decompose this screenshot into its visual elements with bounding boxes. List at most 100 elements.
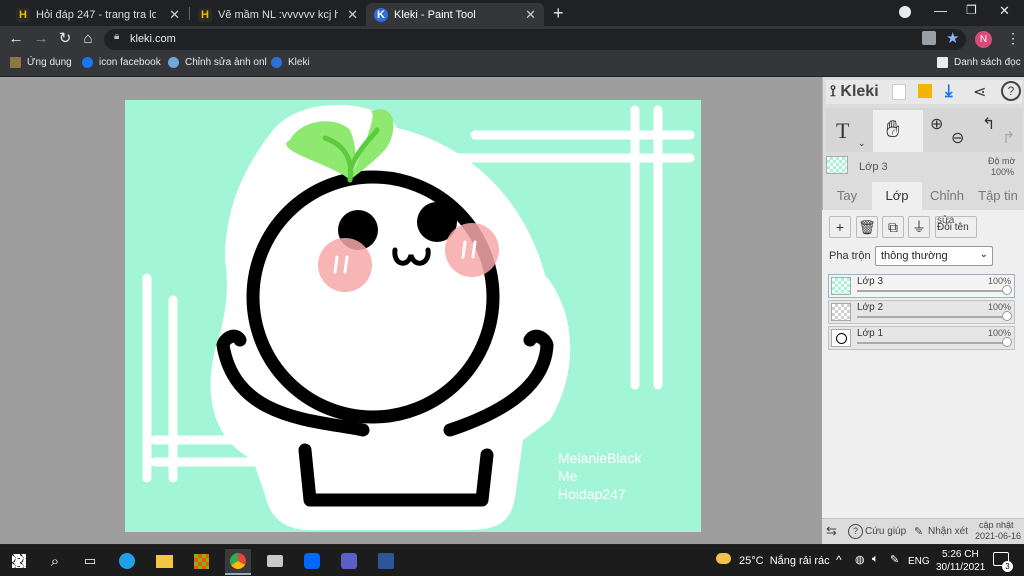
word-icon[interactable] <box>373 549 399 573</box>
help-circle-icon[interactable]: ? <box>1001 81 1021 101</box>
add-layer-button[interactable]: + <box>829 216 851 238</box>
slider-knob[interactable] <box>1002 285 1012 295</box>
weather-icon[interactable] <box>716 553 731 564</box>
minimize-icon[interactable]: — <box>934 3 947 18</box>
swap-icon[interactable]: ⇆ <box>826 523 837 539</box>
tab-file[interactable]: Tập tin <box>973 182 1023 210</box>
tab-kleki[interactable]: K Kleki - Paint Tool ✕ <box>366 3 544 26</box>
tab-adjust[interactable]: Chỉnh <box>922 182 972 210</box>
slider-knob[interactable] <box>1002 311 1012 321</box>
download-icon[interactable]: ⤓ <box>945 81 953 101</box>
layer-name: Lớp 1 <box>857 328 884 339</box>
windows-start-icon[interactable] <box>6 549 32 573</box>
profile-avatar[interactable]: N <box>975 31 992 48</box>
chevron-down-icon: ⌄ <box>979 249 988 260</box>
chevron-down-icon[interactable]: ⌄ <box>858 138 866 149</box>
blend-mode-select[interactable]: thông thường ⌄ <box>875 246 993 266</box>
edge-icon[interactable] <box>114 549 140 573</box>
layer-name: Lớp 2 <box>857 302 884 313</box>
facebook-icon <box>82 57 93 68</box>
translate-icon[interactable] <box>922 31 936 45</box>
layer-opacity-slider[interactable] <box>857 290 1006 292</box>
hoidap-favicon-icon: H <box>198 7 212 22</box>
network-icon[interactable]: ◍ <box>855 553 865 566</box>
slider-knob[interactable] <box>1002 337 1012 347</box>
tab-ve-mam[interactable]: H Vẽ mầm NL :vvvvvv kcj hết câu h ✕ <box>190 3 366 26</box>
file-explorer-icon[interactable] <box>151 549 177 573</box>
layer-item[interactable]: Lớp 3 100% <box>828 274 1015 298</box>
tray-chevron-icon[interactable]: ^ <box>836 553 842 567</box>
delete-layer-button[interactable]: 🗑︎ <box>856 216 878 238</box>
close-tab-icon[interactable]: ✕ <box>169 7 180 23</box>
language-indicator[interactable]: ENG <box>908 556 930 567</box>
help-icon[interactable]: ? <box>848 524 863 539</box>
signature-line: MelanieBlack <box>558 450 642 466</box>
reading-list[interactable]: Danh sách đọc <box>937 57 1021 68</box>
clock-date[interactable]: 30/11/2021 <box>936 562 985 573</box>
menu-icon[interactable]: ⋮ <box>1006 30 1020 47</box>
close-tab-icon[interactable]: ✕ <box>347 7 358 23</box>
tab-search-icon[interactable] <box>899 6 911 18</box>
layer-item[interactable]: Lớp 1 100% <box>828 326 1015 350</box>
feedback-link[interactable]: Nhận xét <box>928 526 968 537</box>
undo-icon[interactable]: ↰ <box>982 114 995 134</box>
chrome-icon[interactable] <box>225 549 251 573</box>
bookmark-star-icon[interactable]: ★ <box>946 29 959 47</box>
back-icon[interactable]: ← <box>6 29 26 49</box>
pen-icon[interactable]: ✎ <box>890 553 899 566</box>
tab-hoidap[interactable]: H Hỏi đáp 247 - trang tra loi ✕ <box>8 3 188 26</box>
reload-icon[interactable]: ↻ <box>55 29 75 49</box>
duplicate-layer-button[interactable]: ⧉ <box>882 216 904 238</box>
tab-layers[interactable]: Lớp <box>872 182 922 210</box>
zoom-out-icon[interactable]: ⊖ <box>951 128 964 148</box>
address-bar[interactable] <box>104 29 966 50</box>
bookmark-chinh-sua[interactable]: Chỉnh sửa ảnh onl <box>168 57 267 68</box>
weather-text[interactable]: 25°C Nắng rải rác <box>739 555 830 567</box>
tab-title: Kleki - Paint Tool <box>394 8 476 21</box>
bookmark-kleki[interactable]: Kleki <box>271 57 310 68</box>
url-text[interactable]: kleki.com <box>130 33 176 45</box>
layer-item[interactable]: Lớp 2 100% <box>828 300 1015 324</box>
home-icon[interactable]: ⌂ <box>78 29 98 49</box>
camera-icon[interactable] <box>262 549 288 573</box>
tab-title: Vẽ mầm NL :vvvvvv kcj hết câu h <box>218 8 338 21</box>
reading-list-icon <box>937 57 948 68</box>
task-view-icon[interactable]: ▭ <box>77 549 103 573</box>
update-date[interactable]: 2021-06-16 <box>975 531 1021 541</box>
text-tool-icon[interactable]: T <box>836 118 849 144</box>
lock-icon[interactable]: 🔒︎ <box>114 31 119 42</box>
layer-opacity-slider[interactable] <box>857 342 1006 344</box>
close-window-icon[interactable]: ✕ <box>999 3 1010 19</box>
feedback-icon[interactable]: ✎ <box>914 525 923 538</box>
help-link[interactable]: Cứu giúp <box>865 526 906 537</box>
bookmark-apps[interactable]: Ứng dụng <box>10 57 72 68</box>
open-folder-icon[interactable] <box>918 84 932 98</box>
new-tab-button[interactable]: + <box>553 3 564 24</box>
store-icon[interactable] <box>188 549 214 573</box>
current-layer-thumbnail <box>826 156 848 174</box>
share-icon[interactable]: ⋖ <box>973 82 986 102</box>
layer-opacity-slider[interactable] <box>857 316 1006 318</box>
forward-icon[interactable]: → <box>31 29 51 49</box>
bookmark-label: icon facebook <box>99 57 161 68</box>
kleki-icon <box>271 57 282 68</box>
search-icon[interactable]: ⌕ <box>42 549 68 573</box>
zoom-in-icon[interactable]: ⊕ <box>930 114 943 134</box>
kleki-favicon-icon: K <box>374 7 388 22</box>
merge-layer-button[interactable]: ⏚ <box>908 216 930 238</box>
kleki-logo: ⟟ Kleki <box>830 83 879 100</box>
notification-count-badge: 3 <box>1002 561 1013 572</box>
teams-icon[interactable] <box>336 549 362 573</box>
restore-icon[interactable]: ❐ <box>966 3 977 17</box>
close-tab-icon[interactable]: ✕ <box>525 7 536 23</box>
tab-brush[interactable]: Tay <box>822 182 872 210</box>
photo-editor-icon <box>168 57 179 68</box>
drawing-canvas[interactable]: MelanieBlack Me Hoidap247 <box>125 100 701 532</box>
zalo-icon[interactable] <box>299 549 325 573</box>
update-label: cập nhật <box>979 520 1014 530</box>
new-image-icon[interactable] <box>892 84 906 100</box>
volume-icon[interactable]: 🔈︎ <box>872 553 879 566</box>
redo-icon[interactable]: ↱ <box>1002 128 1015 148</box>
bookmark-icon-facebook[interactable]: icon facebook <box>82 57 161 68</box>
clock-time[interactable]: 5:26 CH <box>942 549 979 560</box>
